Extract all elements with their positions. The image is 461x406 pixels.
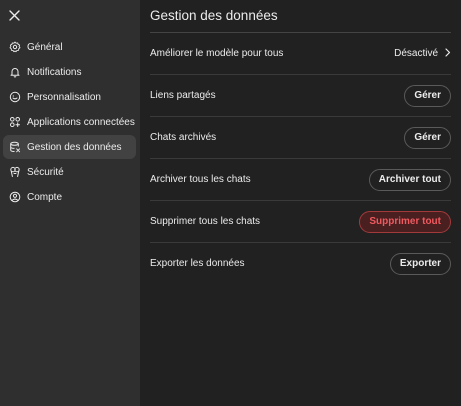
- setting-label: Améliorer le modèle pour tous: [150, 48, 284, 59]
- sidebar-item-label: Notifications: [27, 66, 82, 78]
- improve-model-select[interactable]: Désactivé: [394, 47, 451, 60]
- sidebar-item-account[interactable]: Compte: [3, 185, 136, 209]
- user-circle-icon: [9, 191, 21, 203]
- delete-all-button[interactable]: Supprimer tout: [359, 210, 451, 233]
- setting-label: Archiver tous les chats: [150, 174, 251, 185]
- setting-label: Exporter les données: [150, 258, 245, 269]
- settings-nav: Général Notifications Personnalisation A…: [0, 35, 140, 210]
- archive-all-button[interactable]: Archiver tout: [368, 168, 451, 191]
- sidebar-item-notifications[interactable]: Notifications: [3, 60, 136, 84]
- setting-row-archive-all: Archiver tous les chats Archiver tout: [150, 159, 451, 201]
- security-icon: [9, 166, 21, 178]
- sidebar-item-personalization[interactable]: Personnalisation: [3, 85, 136, 109]
- close-icon[interactable]: [7, 8, 21, 22]
- sidebar-item-connected-apps[interactable]: Applications connectées: [3, 110, 136, 134]
- setting-row-improve-model: Améliorer le modèle pour tous Désactivé: [150, 33, 451, 75]
- settings-sidebar: Général Notifications Personnalisation A…: [0, 0, 140, 406]
- sidebar-item-general[interactable]: Général: [3, 35, 136, 59]
- sidebar-item-label: Sécurité: [27, 166, 64, 178]
- sidebar-item-label: Gestion des données: [27, 141, 122, 153]
- setting-row-archived-chats: Chats archivés Gérer: [150, 117, 451, 159]
- sidebar-item-security[interactable]: Sécurité: [3, 160, 136, 184]
- setting-row-shared-links: Liens partagés Gérer: [150, 75, 451, 117]
- personalization-icon: [9, 91, 21, 103]
- page-title: Gestion des données: [150, 8, 278, 23]
- apps-grid-icon: [9, 116, 21, 128]
- setting-row-delete-all: Supprimer tous les chats Supprimer tout: [150, 201, 451, 243]
- settings-panel: Gestion des données Améliorer le modèle …: [140, 0, 461, 406]
- manage-shared-links-button[interactable]: Gérer: [404, 84, 451, 107]
- sidebar-item-label: Personnalisation: [27, 91, 101, 103]
- sidebar-item-data-management[interactable]: Gestion des données: [3, 135, 136, 159]
- chevron-right-icon: [444, 47, 451, 60]
- settings-rows: Améliorer le modèle pour tous Désactivé …: [150, 33, 451, 284]
- database-icon: [9, 141, 21, 153]
- gear-icon: [9, 41, 21, 53]
- sidebar-item-label: Applications connectées: [27, 116, 135, 128]
- export-data-button[interactable]: Exporter: [389, 252, 451, 275]
- sidebar-item-label: Général: [27, 41, 63, 53]
- setting-label: Liens partagés: [150, 90, 216, 101]
- setting-label: Chats archivés: [150, 132, 217, 143]
- sidebar-item-label: Compte: [27, 191, 63, 203]
- manage-archived-chats-button[interactable]: Gérer: [404, 126, 451, 149]
- setting-label: Supprimer tous les chats: [150, 216, 261, 227]
- bell-icon: [9, 66, 21, 78]
- settings-dialog: Général Notifications Personnalisation A…: [0, 0, 461, 406]
- select-value: Désactivé: [394, 48, 438, 59]
- setting-row-export: Exporter les données Exporter: [150, 243, 451, 284]
